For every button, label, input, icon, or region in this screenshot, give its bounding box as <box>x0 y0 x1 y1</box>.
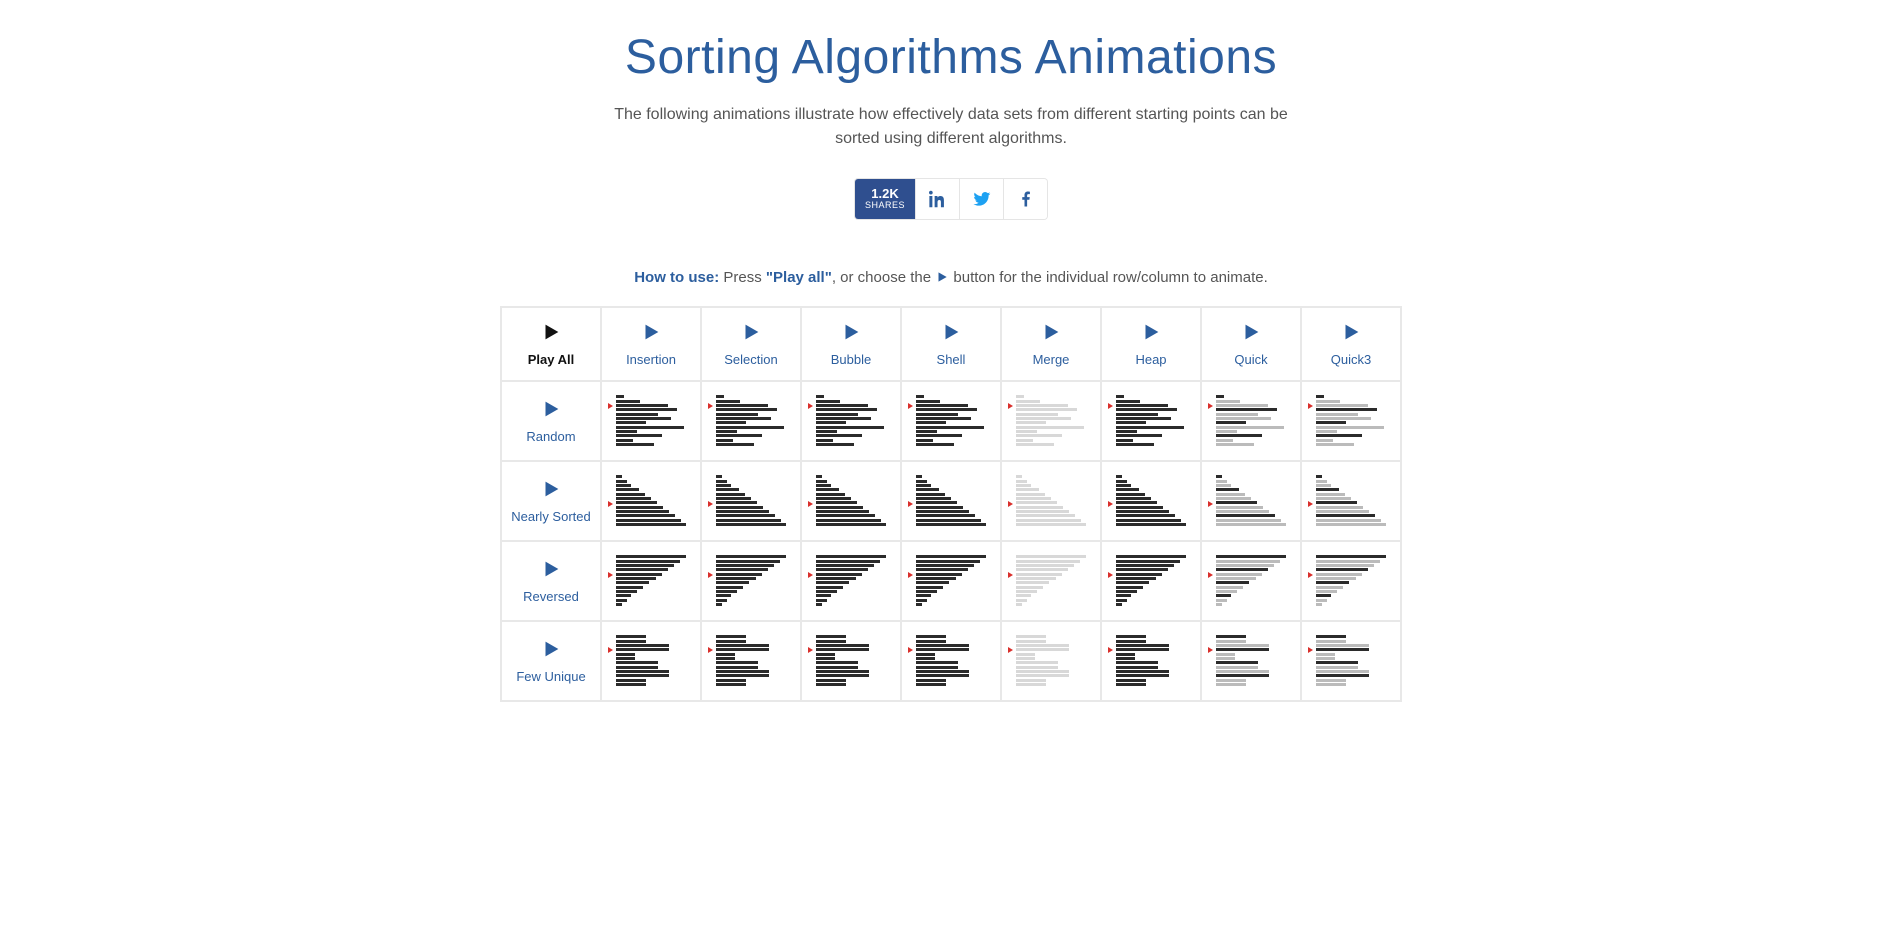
animation-cell-few-unique-merge[interactable] <box>1008 633 1094 689</box>
animation-cell-random-insertion[interactable] <box>608 393 694 449</box>
animation-cell-reversed-quick3[interactable] <box>1308 553 1394 609</box>
column-header-quick[interactable]: Quick <box>1202 308 1300 380</box>
facebook-icon <box>1017 190 1035 208</box>
column-label: Insertion <box>604 352 698 367</box>
animation-cell-few-unique-quick3[interactable] <box>1308 633 1394 689</box>
share-count-value: 1.2K <box>871 186 898 201</box>
animation-cell-few-unique-bubble[interactable] <box>808 633 894 689</box>
howto-play-all: "Play all" <box>766 269 832 286</box>
play-icon[interactable] <box>540 478 562 500</box>
play-icon[interactable] <box>1240 321 1262 343</box>
animation-cell-random-quick3[interactable] <box>1308 393 1394 449</box>
howto-label: How to use: <box>634 269 719 286</box>
column-label: Merge <box>1004 352 1098 367</box>
column-header-shell[interactable]: Shell <box>902 308 1000 380</box>
column-label: Quick <box>1204 352 1298 367</box>
play-icon[interactable] <box>540 638 562 660</box>
column-label: Heap <box>1104 352 1198 367</box>
column-header-merge[interactable]: Merge <box>1002 308 1100 380</box>
animation-cell-reversed-insertion[interactable] <box>608 553 694 609</box>
animation-cell-reversed-heap[interactable] <box>1108 553 1194 609</box>
linkedin-icon <box>929 190 947 208</box>
share-facebook-button[interactable] <box>1003 179 1047 219</box>
animation-grid: Play All Insertion Selection Bubble Shell Mer… <box>500 306 1402 702</box>
animation-cell-few-unique-selection[interactable] <box>708 633 794 689</box>
row-header-few-unique[interactable]: Few Unique <box>502 622 600 700</box>
play-icon[interactable] <box>1340 321 1362 343</box>
animation-cell-random-selection[interactable] <box>708 393 794 449</box>
share-twitter-button[interactable] <box>959 179 1003 219</box>
animation-cell-reversed-bubble[interactable] <box>808 553 894 609</box>
column-label: Shell <box>904 352 998 367</box>
animation-cell-few-unique-insertion[interactable] <box>608 633 694 689</box>
animation-cell-nearly-sorted-quick3[interactable] <box>1308 473 1394 529</box>
animation-cell-reversed-selection[interactable] <box>708 553 794 609</box>
row-label: Few Unique <box>504 669 598 684</box>
animation-cell-few-unique-shell[interactable] <box>908 633 994 689</box>
column-header-bubble[interactable]: Bubble <box>802 308 900 380</box>
row-label: Nearly Sorted <box>504 509 598 524</box>
column-header-insertion[interactable]: Insertion <box>602 308 700 380</box>
play-icon[interactable] <box>540 321 562 343</box>
column-label: Selection <box>704 352 798 367</box>
howto-text: How to use: Press "Play all", or choose … <box>351 269 1551 288</box>
column-label: Bubble <box>804 352 898 367</box>
animation-cell-few-unique-heap[interactable] <box>1108 633 1194 689</box>
animation-cell-random-quick[interactable] <box>1208 393 1294 449</box>
animation-cell-reversed-quick[interactable] <box>1208 553 1294 609</box>
column-header-heap[interactable]: Heap <box>1102 308 1200 380</box>
play-icon <box>935 270 949 288</box>
animation-cell-nearly-sorted-selection[interactable] <box>708 473 794 529</box>
page-title: Sorting Algorithms Animations <box>351 30 1551 85</box>
animation-cell-random-merge[interactable] <box>1008 393 1094 449</box>
animation-cell-nearly-sorted-merge[interactable] <box>1008 473 1094 529</box>
animation-cell-random-shell[interactable] <box>908 393 994 449</box>
animation-cell-random-heap[interactable] <box>1108 393 1194 449</box>
row-label: Reversed <box>504 589 598 604</box>
share-linkedin-button[interactable] <box>915 179 959 219</box>
animation-cell-reversed-merge[interactable] <box>1008 553 1094 609</box>
play-icon[interactable] <box>640 321 662 343</box>
row-header-random[interactable]: Random <box>502 382 600 460</box>
row-label: Random <box>504 429 598 444</box>
animation-cell-random-bubble[interactable] <box>808 393 894 449</box>
share-bar: 1.2K SHARES <box>351 179 1551 219</box>
column-label: Quick3 <box>1304 352 1398 367</box>
row-header-reversed[interactable]: Reversed <box>502 542 600 620</box>
animation-cell-nearly-sorted-heap[interactable] <box>1108 473 1194 529</box>
twitter-icon <box>973 190 991 208</box>
animation-cell-reversed-shell[interactable] <box>908 553 994 609</box>
animation-cell-nearly-sorted-quick[interactable] <box>1208 473 1294 529</box>
column-header-quick3[interactable]: Quick3 <box>1302 308 1400 380</box>
animation-cell-nearly-sorted-shell[interactable] <box>908 473 994 529</box>
animation-cell-nearly-sorted-insertion[interactable] <box>608 473 694 529</box>
play-icon[interactable] <box>1140 321 1162 343</box>
play-icon[interactable] <box>840 321 862 343</box>
play-icon[interactable] <box>540 398 562 420</box>
row-header-nearly-sorted[interactable]: Nearly Sorted <box>502 462 600 540</box>
play-icon[interactable] <box>740 321 762 343</box>
column-header-selection[interactable]: Selection <box>702 308 800 380</box>
animation-cell-few-unique-quick[interactable] <box>1208 633 1294 689</box>
column-header-play-all[interactable]: Play All <box>502 308 600 380</box>
play-icon[interactable] <box>540 558 562 580</box>
share-count: 1.2K SHARES <box>855 179 915 219</box>
share-count-label: SHARES <box>865 201 905 211</box>
animation-cell-nearly-sorted-bubble[interactable] <box>808 473 894 529</box>
column-label: Play All <box>504 352 598 367</box>
play-icon[interactable] <box>940 321 962 343</box>
page-subtitle: The following animations illustrate how … <box>601 103 1301 151</box>
play-icon[interactable] <box>1040 321 1062 343</box>
